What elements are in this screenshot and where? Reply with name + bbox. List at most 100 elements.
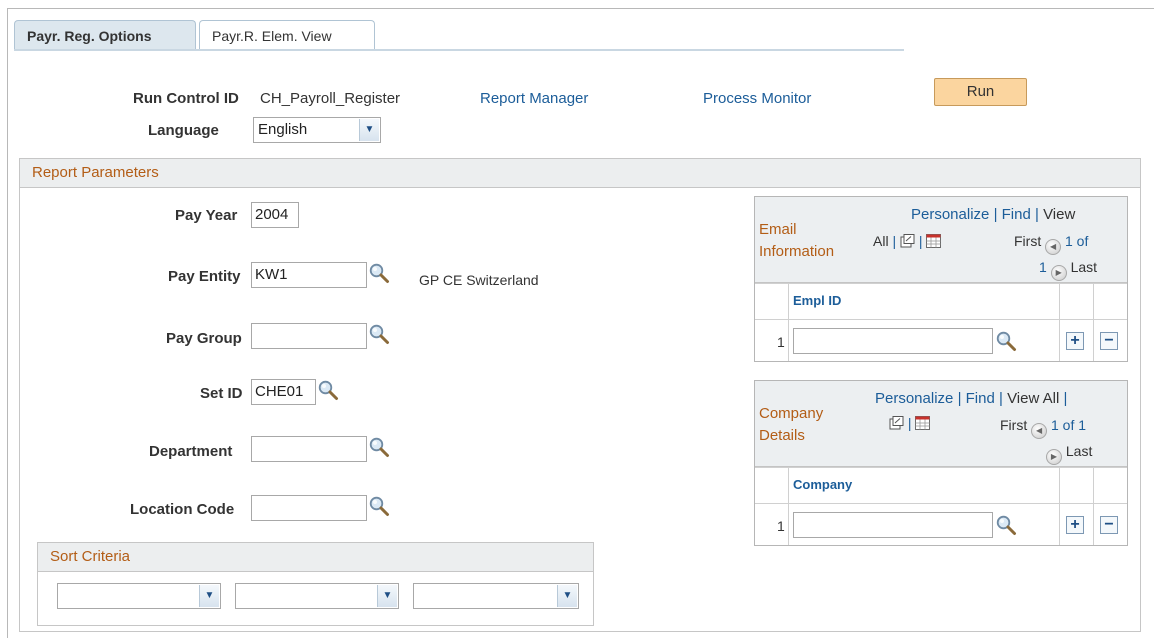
- page-frame-top: [7, 8, 1154, 9]
- pay-entity-description: GP CE Switzerland: [419, 272, 539, 288]
- chevron-down-icon: ▼: [199, 585, 219, 607]
- run-control-id-label: Run Control ID: [133, 90, 239, 107]
- email-grid-view-link[interactable]: View: [1043, 206, 1075, 223]
- grid-rule: [755, 503, 1127, 504]
- download-to-excel-icon[interactable]: [915, 416, 931, 430]
- sort-criteria-select-2[interactable]: ▼: [235, 583, 399, 609]
- separator: |: [999, 390, 1003, 407]
- language-select[interactable]: English ▼: [253, 117, 381, 143]
- company-grid-nav-line2: |: [889, 415, 931, 431]
- location-code-label: Location Code: [130, 501, 235, 518]
- email-grid-title-line1: Email: [759, 221, 797, 238]
- company-row-number: 1: [777, 518, 785, 534]
- email-grid-nav-line2: All | |: [873, 233, 942, 249]
- pay-year-input[interactable]: 2004: [251, 202, 299, 228]
- zoom-grid-icon[interactable]: [900, 234, 915, 248]
- separator: |: [1035, 206, 1039, 223]
- location-code-lookup-icon[interactable]: [368, 495, 390, 517]
- email-information-grid: Email Information Personalize | Find | V…: [754, 196, 1128, 362]
- sort-criteria-title: Sort Criteria: [50, 548, 131, 565]
- email-grid-view-all-link[interactable]: All: [873, 233, 889, 249]
- company-grid-range: 1 of 1: [1051, 417, 1087, 433]
- email-grid-range-2: 1: [1039, 259, 1047, 275]
- separator: |: [1063, 390, 1068, 407]
- company-column-header[interactable]: Company: [793, 477, 852, 492]
- tab-payr-reg-options[interactable]: Payr. Reg. Options: [14, 20, 196, 50]
- company-grid-title: Company Details: [759, 403, 823, 447]
- next-row-icon[interactable]: ▶: [1050, 265, 1067, 281]
- email-grid-title: Email Information: [759, 219, 834, 263]
- empl-id-column-header[interactable]: Empl ID: [793, 293, 841, 308]
- report-parameters-header: Report Parameters: [19, 158, 1141, 188]
- pay-group-input[interactable]: [251, 323, 367, 349]
- company-grid-pagination: First ◀ 1 of 1: [1000, 417, 1086, 439]
- grid-rule: [755, 467, 1127, 468]
- sort-criteria-header: Sort Criteria: [37, 542, 594, 572]
- email-grid-last-link[interactable]: Last: [1071, 259, 1097, 275]
- pay-entity-label: Pay Entity: [168, 268, 241, 285]
- grid-rule: [1059, 467, 1060, 545]
- company-grid-title-line2: Details: [759, 427, 805, 444]
- page-frame-left: [7, 8, 8, 638]
- previous-row-icon[interactable]: ◀: [1045, 239, 1062, 255]
- email-grid-personalize-link[interactable]: Personalize: [911, 206, 989, 223]
- department-input[interactable]: [251, 436, 367, 462]
- email-grid-range: 1 of: [1065, 233, 1089, 249]
- report-parameters-title: Report Parameters: [32, 164, 159, 181]
- separator: |: [957, 390, 962, 407]
- company-grid-first-link[interactable]: First: [1000, 417, 1027, 433]
- company-grid-view-all-link[interactable]: View All: [1007, 390, 1059, 407]
- department-label: Department: [149, 443, 233, 460]
- company-lookup-icon[interactable]: [995, 514, 1017, 536]
- pay-entity-input[interactable]: KW1: [251, 262, 367, 288]
- email-grid-pagination-2: 1 ▶ Last: [1039, 259, 1097, 281]
- chevron-down-icon: ▼: [377, 585, 397, 607]
- delete-row-icon[interactable]: −: [1100, 332, 1118, 350]
- set-id-input[interactable]: CHE01: [251, 379, 316, 405]
- company-grid-personalize-link[interactable]: Personalize: [875, 390, 953, 407]
- department-lookup-icon[interactable]: [368, 436, 390, 458]
- run-control-id-value: CH_Payroll_Register: [260, 90, 401, 107]
- tab-payr-elem-view[interactable]: Payr.R. Elem. View: [199, 20, 375, 50]
- grid-rule: [755, 319, 1127, 320]
- email-grid-first-link[interactable]: First: [1014, 233, 1041, 249]
- separator: |: [993, 206, 998, 223]
- email-grid-pagination: First ◀ 1 of: [1014, 233, 1088, 255]
- set-id-label: Set ID: [200, 385, 243, 402]
- location-code-input[interactable]: [251, 495, 367, 521]
- next-row-icon[interactable]: ▶: [1046, 449, 1062, 465]
- run-button[interactable]: Run: [934, 78, 1027, 106]
- previous-row-icon[interactable]: ◀: [1031, 423, 1048, 439]
- download-to-excel-icon[interactable]: [926, 234, 942, 248]
- add-row-icon[interactable]: +: [1066, 332, 1084, 350]
- grid-rule: [788, 283, 789, 361]
- company-grid-nav-line1: Personalize | Find | View All |: [875, 390, 1067, 407]
- report-manager-link[interactable]: Report Manager: [480, 90, 588, 107]
- company-input[interactable]: [793, 512, 993, 538]
- language-selected-value: English: [258, 121, 308, 138]
- process-monitor-link[interactable]: Process Monitor: [703, 90, 811, 107]
- sort-criteria-select-1[interactable]: ▼: [57, 583, 221, 609]
- grid-rule: [1093, 467, 1094, 545]
- pay-group-lookup-icon[interactable]: [368, 323, 390, 345]
- grid-rule: [788, 467, 789, 545]
- company-grid-pagination-2: ▶ Last: [1046, 443, 1092, 465]
- set-id-lookup-icon[interactable]: [317, 379, 339, 401]
- pay-year-label: Pay Year: [175, 207, 238, 224]
- email-grid-find-link[interactable]: Find: [1002, 206, 1031, 223]
- empl-id-input[interactable]: [793, 328, 993, 354]
- delete-row-icon[interactable]: −: [1100, 516, 1118, 534]
- grid-rule: [1093, 283, 1094, 361]
- empl-id-lookup-icon[interactable]: [995, 330, 1017, 352]
- chevron-down-icon: ▼: [359, 119, 379, 141]
- pay-entity-lookup-icon[interactable]: [368, 262, 390, 284]
- zoom-grid-icon[interactable]: [889, 416, 904, 430]
- add-row-icon[interactable]: +: [1066, 516, 1084, 534]
- company-details-grid: Company Details Personalize | Find | Vie…: [754, 380, 1128, 546]
- company-grid-find-link[interactable]: Find: [966, 390, 995, 407]
- company-grid-title-line1: Company: [759, 405, 824, 422]
- separator: |: [907, 415, 912, 431]
- company-grid-last-link[interactable]: Last: [1066, 443, 1092, 459]
- language-label: Language: [148, 122, 219, 139]
- sort-criteria-select-3[interactable]: ▼: [413, 583, 579, 609]
